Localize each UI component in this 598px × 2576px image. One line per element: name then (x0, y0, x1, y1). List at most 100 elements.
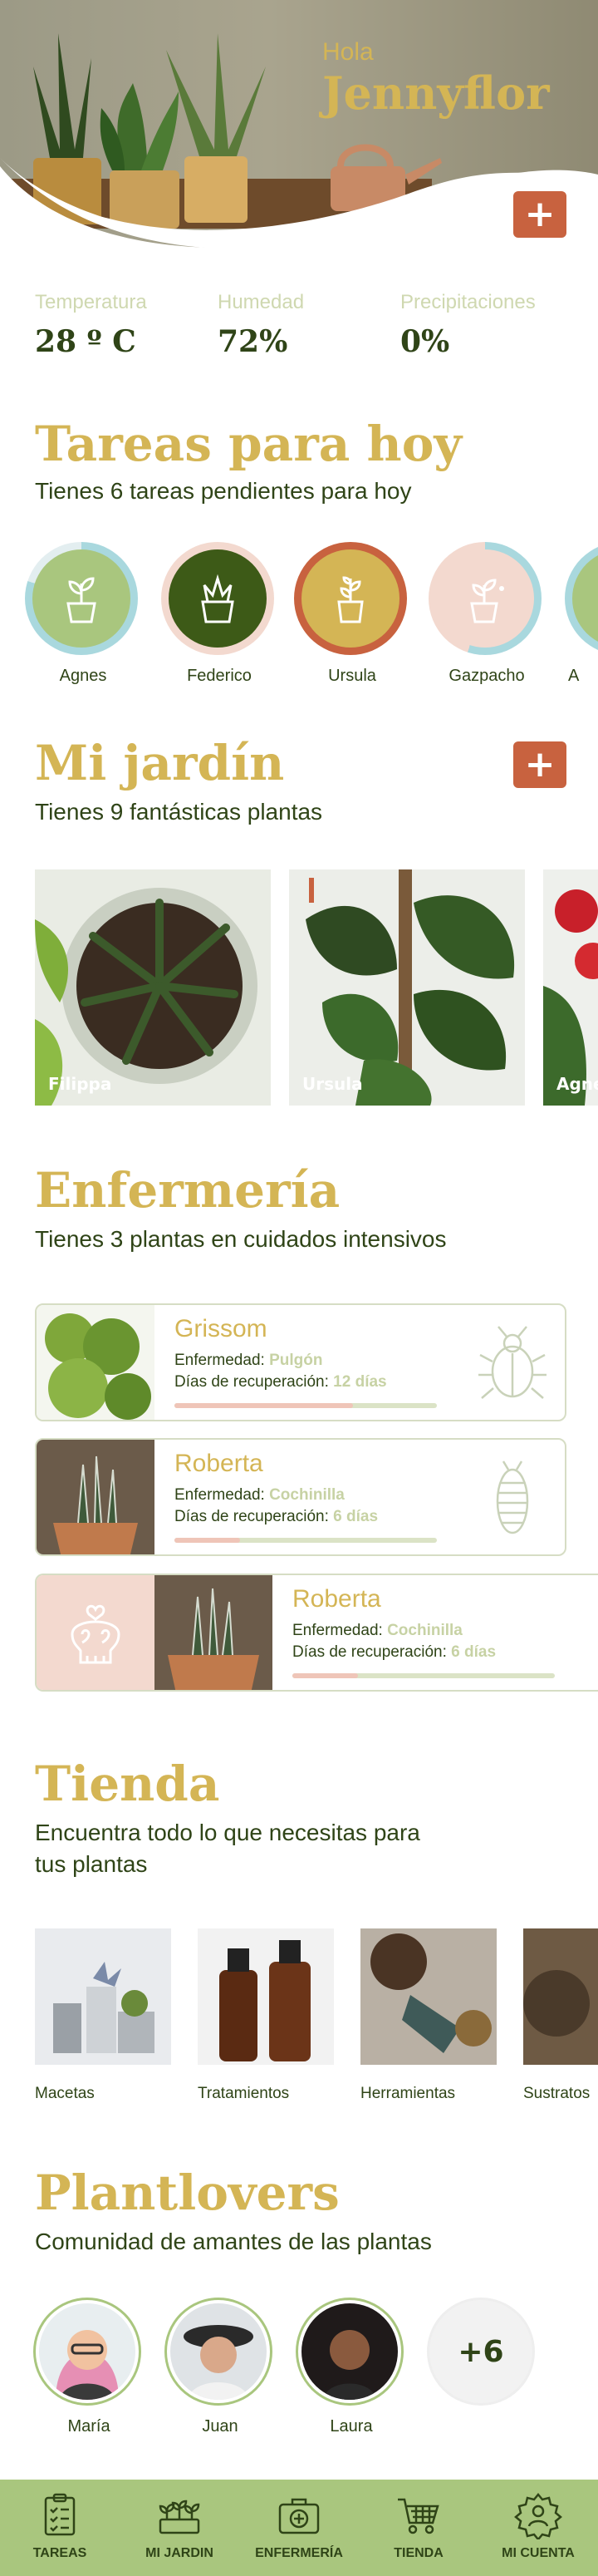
add-garden-plant-button[interactable]: + (513, 741, 566, 788)
nav-item-tareas[interactable]: TAREAS (0, 2480, 120, 2576)
plant-name: Agne (556, 1074, 598, 1094)
recovery-progress (292, 1673, 555, 1678)
task-name: Agnes (59, 667, 107, 685)
plant-photo (289, 869, 525, 1106)
avatar (39, 2303, 135, 2400)
recovery-value: 12 días (333, 1373, 387, 1391)
infirmary-card-critical[interactable]: Roberta Enfermedad: Cochinilla Días de r… (35, 1574, 598, 1692)
hero-banner: Hola Jennyflor + (0, 0, 598, 249)
stat-label: Temperatura (35, 291, 147, 313)
plant-photo (37, 1305, 154, 1420)
stat-temperature: Temperatura 28 º C (35, 291, 218, 359)
infirmary-card[interactable]: Grissom Enfermedad: Pulgón Días de recup… (35, 1303, 566, 1421)
stat-value: 72% (218, 324, 288, 359)
nav-label: TIENDA (394, 2546, 444, 2560)
recovery-label: Días de recuperación: (174, 1373, 329, 1391)
disease-label: Enfermedad: (174, 1352, 265, 1369)
disease-line: Enfermedad: Cochinilla (292, 1622, 463, 1640)
more-count: +6 (458, 2334, 504, 2369)
task-name: Federico (187, 667, 252, 685)
member-name: Juan (202, 2417, 238, 2436)
member-name: Laura (330, 2417, 373, 2436)
plant-name: Ursula (302, 1074, 363, 1094)
disease-label: Enfermedad: (174, 1486, 265, 1504)
plant-photo (35, 869, 271, 1106)
infirmary-card[interactable]: Roberta Enfermedad: Cochinilla Días de r… (35, 1438, 566, 1556)
member-avatar[interactable]: Laura (296, 2298, 407, 2436)
task-name: Ursula (328, 667, 376, 685)
stat-precipitation: Precipitaciones 0% (400, 291, 583, 359)
user-name: Jennyflor (322, 66, 550, 120)
plant-photo (154, 1575, 272, 1690)
avatar-ring: +6 (427, 2298, 535, 2406)
task-ring (429, 542, 542, 655)
tasks-subtitle: Tienes 6 tareas pendientes para hoy (35, 478, 412, 504)
nav-item-mi-jardin[interactable]: MI JARDIN (120, 2480, 239, 2576)
member-avatar[interactable]: María (33, 2298, 145, 2436)
recovery-line: Días de recuperación: 12 días (174, 1373, 387, 1391)
patient-name: Grissom (174, 1315, 267, 1342)
member-name: María (67, 2417, 110, 2436)
tasks-title: Tareas para hoy (35, 416, 463, 472)
nav-item-tienda[interactable]: TIENDA (359, 2480, 478, 2576)
task-item[interactable]: Ursula (294, 542, 410, 686)
category-photo (198, 1928, 334, 2065)
add-plant-button[interactable]: + (513, 191, 566, 238)
task-ring (25, 542, 138, 655)
nav-label: MI JARDIN (145, 2546, 213, 2560)
task-ring (565, 542, 598, 655)
stat-humidity: Humedad 72% (218, 291, 400, 359)
garden-plant-card[interactable]: Agne (543, 869, 598, 1106)
plant-spray-icon (436, 549, 534, 648)
plus-icon: + (524, 743, 556, 786)
task-item[interactable]: Federico (161, 542, 277, 686)
disease-value: Cochinilla (269, 1486, 345, 1504)
plant-photo (543, 869, 598, 1106)
infirmary-title: Enfermería (35, 1162, 341, 1219)
nav-label: TAREAS (32, 2546, 87, 2560)
category-name: Macetas (35, 2085, 95, 2102)
greeting-text: Hola (322, 38, 374, 66)
recovery-label: Días de recuperación: (292, 1643, 447, 1661)
aphid-bug-icon (478, 1326, 547, 1399)
task-item[interactable]: A (565, 542, 598, 686)
task-item[interactable]: Agnes (25, 542, 141, 686)
category-name: Sustratos (523, 2085, 591, 2102)
disease-value: Cochinilla (387, 1622, 463, 1639)
plus-icon: + (524, 193, 556, 235)
task-name: Gazpacho (448, 667, 525, 685)
disease-line: Enfermedad: Cochinilla (174, 1486, 345, 1505)
shop-category[interactable]: Tratamientos (198, 1928, 334, 2103)
nav-item-enfermeria[interactable]: ENFERMERÍA (239, 2480, 359, 2576)
category-name: Herramientas (360, 2085, 456, 2102)
weather-stats: Temperatura 28 º C Humedad 72% Precipita… (35, 291, 583, 359)
first-aid-kit-icon (278, 2498, 320, 2534)
progress-fill (174, 1403, 353, 1408)
community-title: Plantlovers (35, 2165, 340, 2221)
shop-category[interactable]: Herramientas (360, 1928, 497, 2103)
recovery-line: Días de recuperación: 6 días (292, 1643, 496, 1662)
community-subtitle: Comunidad de amantes de las plantas (35, 2229, 432, 2254)
nav-item-mi-cuenta[interactable]: MI CUENTA (478, 2480, 598, 2576)
avatar (170, 2303, 267, 2400)
member-avatar[interactable]: Juan (164, 2298, 276, 2436)
nav-label: ENFERMERÍA (255, 2546, 343, 2560)
stat-value: 0% (400, 324, 450, 359)
shopping-cart-icon (398, 2498, 439, 2534)
progress-fill (292, 1673, 358, 1678)
shop-category[interactable]: Sustratos (523, 1928, 598, 2103)
garden-planter-icon (159, 2500, 200, 2534)
garden-plant-card[interactable]: Ursula (289, 869, 525, 1106)
user-gear-icon (514, 2493, 562, 2539)
patient-name: Roberta (174, 1450, 263, 1477)
plant-name: Filippa (48, 1074, 112, 1094)
progress-fill (174, 1538, 240, 1543)
task-item[interactable]: Gazpacho (429, 542, 545, 686)
bottom-nav: TAREAS MI JARDIN ENFERMERÍA TIENDA MI CU… (0, 2480, 598, 2576)
avatar (301, 2303, 398, 2400)
shop-category[interactable]: Macetas (35, 1928, 171, 2103)
more-members-button[interactable]: +6 (427, 2298, 538, 2406)
avatar-ring (164, 2298, 272, 2406)
garden-plant-card[interactable]: Filippa (35, 869, 271, 1106)
mealybug-icon (496, 1460, 529, 1534)
